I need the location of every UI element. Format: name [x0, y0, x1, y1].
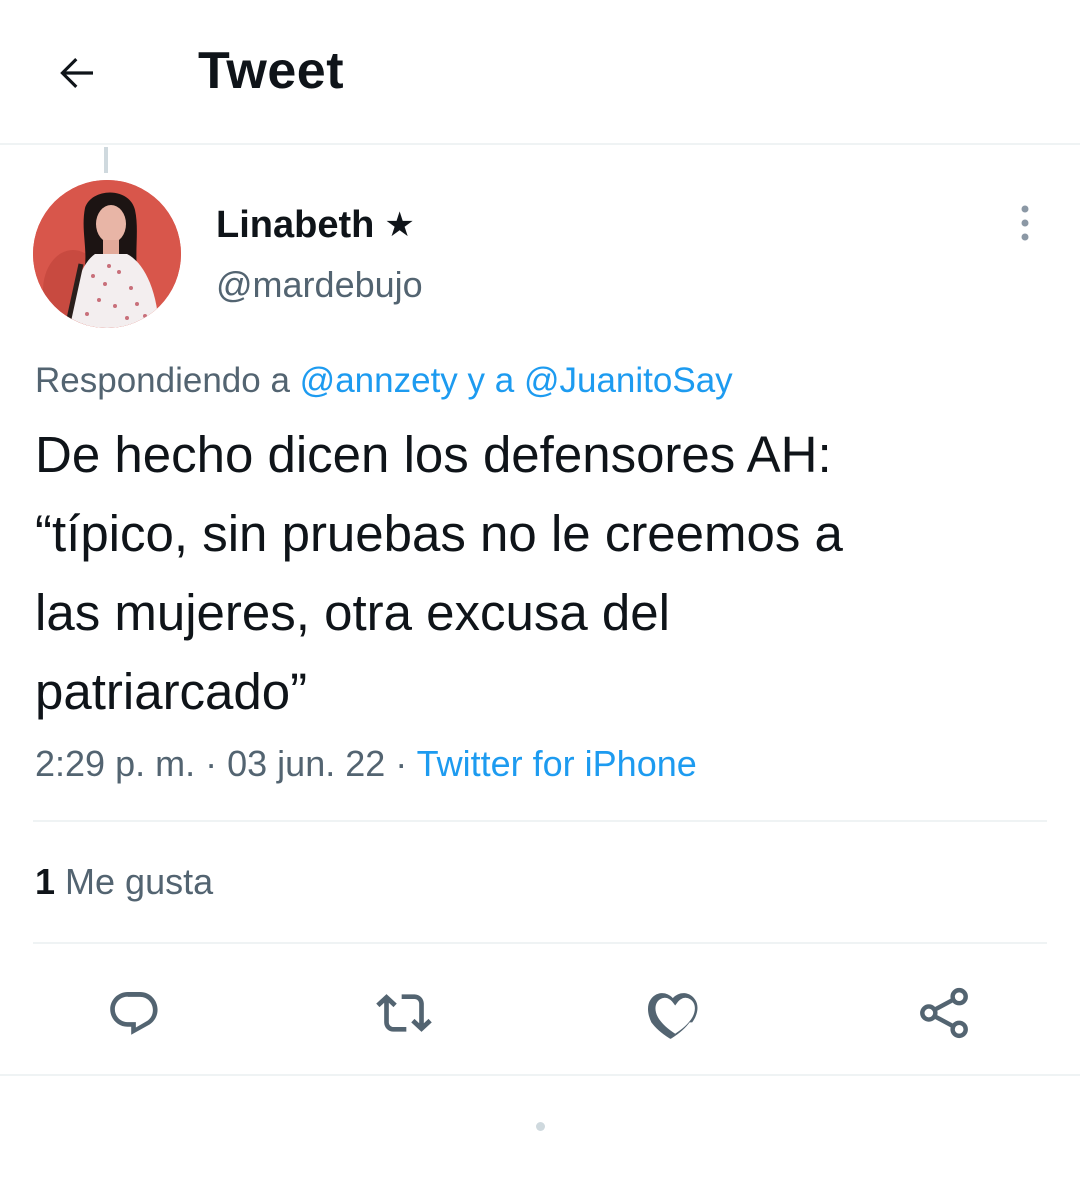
display-name-text: Linabeth: [216, 204, 375, 246]
tweet-text: De hecho dicen los defensores AH: “típic…: [35, 426, 843, 720]
loading-indicator: [536, 1122, 545, 1131]
retweet-icon: [376, 994, 432, 1032]
top-app-bar: Tweet: [0, 0, 1080, 145]
meta-separator: ·: [205, 743, 218, 784]
retweet-button[interactable]: [369, 978, 439, 1048]
author-display-name[interactable]: Linabeth ★: [216, 202, 415, 248]
likes-label: Me gusta: [65, 861, 214, 902]
page-title: Tweet: [198, 42, 345, 100]
tweet-detail-screen: Tweet Linabeth ★ @mardebujo Respondiendo…: [0, 0, 1080, 1193]
like-button[interactable]: [639, 978, 709, 1048]
divider: [33, 942, 1047, 944]
tweet-timestamp-line: 2:29 p. m. · 03 jun. 22 · Twitter for iP…: [35, 740, 697, 788]
tweet-source-link[interactable]: Twitter for iPhone: [417, 743, 697, 784]
likes-summary[interactable]: 1 Me gusta: [35, 858, 213, 906]
arrow-left-icon: [60, 58, 93, 88]
more-vertical-icon: [1021, 205, 1029, 241]
more-options-button[interactable]: [1002, 200, 1048, 246]
meta-separator: ·: [395, 743, 408, 784]
reply-icon: [110, 992, 158, 1035]
avatar[interactable]: [33, 180, 181, 328]
tweet-date[interactable]: 03 jun. 22: [227, 743, 385, 784]
mention-link-juanitosay[interactable]: @JuanitoSay: [524, 361, 733, 400]
back-button[interactable]: [42, 38, 112, 108]
divider: [33, 820, 1047, 822]
author-handle[interactable]: @mardebujo: [216, 262, 423, 308]
avatar-photo: [33, 180, 181, 328]
heart-icon: [647, 993, 698, 1039]
reply-context: Respondiendo a @annzety y a @JuanitoSay: [35, 358, 733, 404]
divider: [0, 1074, 1080, 1076]
likes-count: 1: [35, 861, 56, 902]
star-icon: ★: [384, 206, 415, 244]
thread-connector-line: [104, 147, 108, 173]
share-button[interactable]: [909, 978, 979, 1048]
reply-button[interactable]: [99, 978, 169, 1048]
reply-connector: y a: [467, 361, 515, 400]
reply-prefix: Respondiendo a: [35, 361, 290, 400]
tweet-time[interactable]: 2:29 p. m.: [35, 743, 195, 784]
mention-link-annzety[interactable]: @annzety: [300, 361, 458, 400]
share-icon: [920, 987, 968, 1039]
